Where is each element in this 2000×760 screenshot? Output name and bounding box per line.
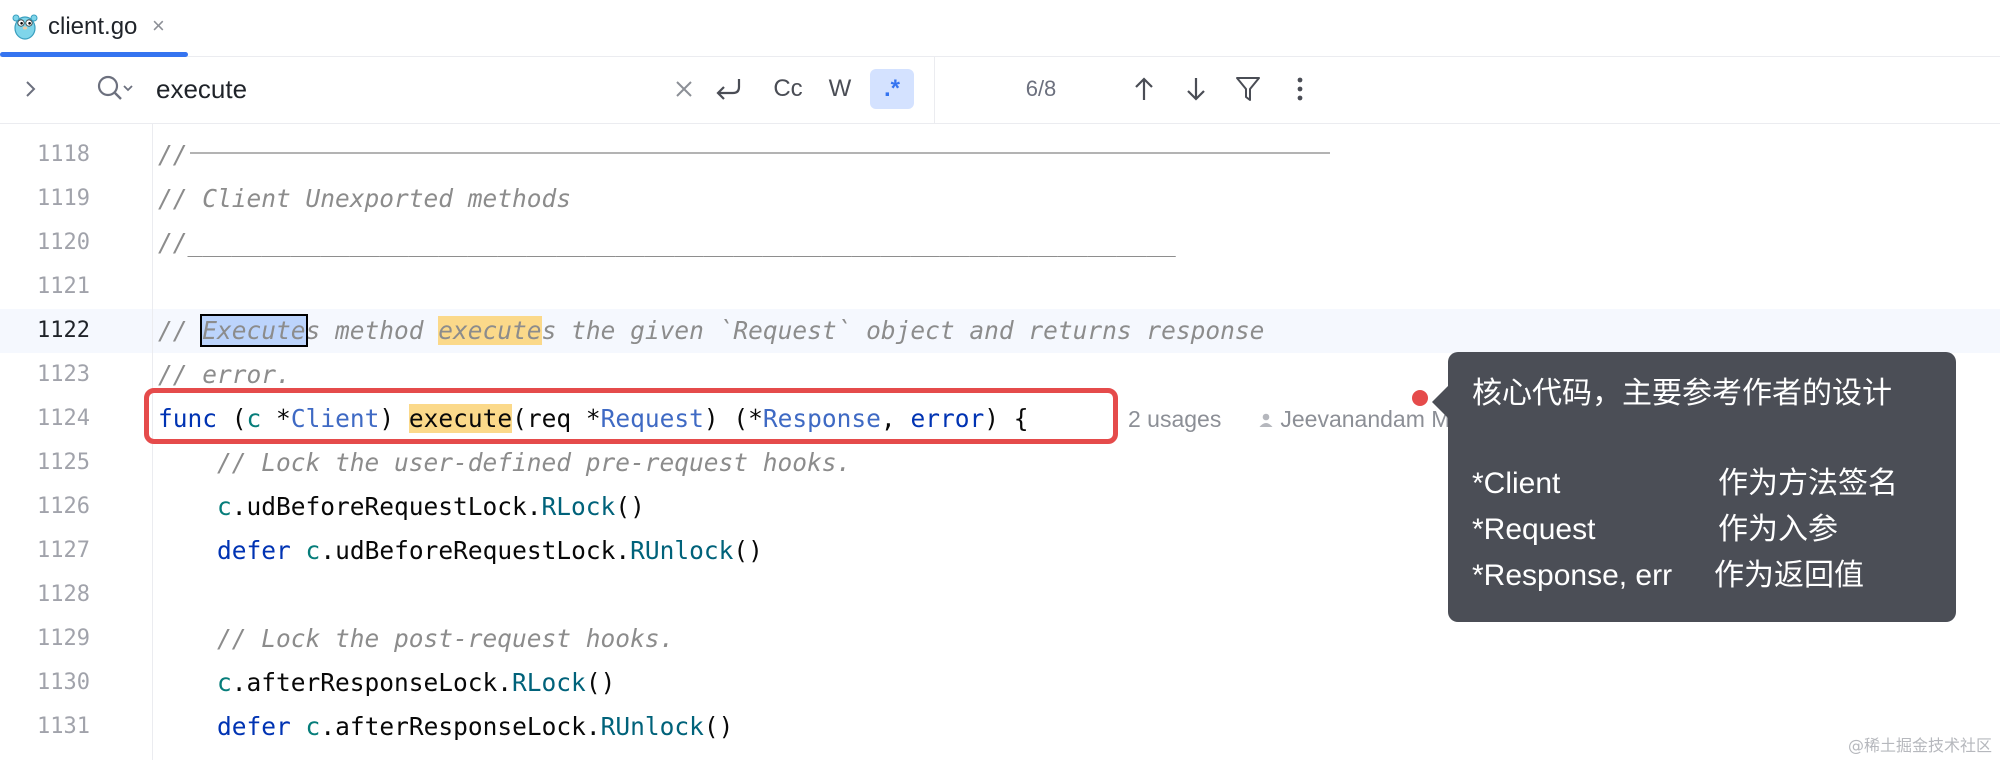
code-line: 1129 // Lock the post-request hooks. [0, 617, 2000, 661]
code-line-current: 1122 // Executes method executes the giv… [0, 309, 2000, 353]
line-number: 1123 [37, 362, 90, 387]
line-number: 1129 [37, 626, 90, 651]
search-divider [934, 57, 935, 123]
more-options-icon[interactable] [1282, 71, 1318, 107]
line-number: 1125 [37, 450, 90, 475]
clear-search-icon[interactable] [670, 73, 698, 105]
line-number: 1118 [37, 142, 90, 167]
tab-filename: client.go [48, 13, 138, 40]
code-line: 1120 //_________________________________… [0, 221, 2000, 265]
line-number: 1131 [37, 714, 90, 739]
code-line: 1131 defer c.afterResponseLock.RUnlock() [0, 705, 2000, 749]
find-bar: Cc W .* 6/8 [0, 57, 2000, 124]
filter-icon[interactable] [1230, 71, 1266, 107]
code-text: c.afterResponseLock.RLock() [217, 668, 616, 697]
user-icon [1259, 413, 1273, 427]
callout-marker [1412, 390, 1428, 406]
callout-title: 核心代码，主要参考作者的设计 [1472, 377, 1892, 410]
code-text: // Client Unexported methods [158, 184, 572, 213]
next-match-arrow-down-icon[interactable] [1178, 71, 1214, 107]
line-number: 1120 [37, 230, 90, 255]
match-count: 6/8 [1025, 76, 1057, 101]
callout-row-name: *Request [1472, 513, 1596, 546]
callout-row-name: *Client [1472, 467, 1561, 500]
line-number: 1124 [37, 406, 90, 431]
previous-match-arrow-up-icon[interactable] [1126, 71, 1162, 107]
new-line-icon[interactable] [710, 71, 746, 107]
search-history-icon[interactable] [94, 72, 134, 106]
code-text: defer c.udBeforeRequestLock.RUnlock() [217, 536, 763, 565]
annotation-callout: 核心代码，主要参考作者的设计 *Client 作为方法签名 *Request 作… [1432, 352, 1956, 622]
comment-text: s the given `Request` object and returns… [541, 316, 1265, 345]
usages-inlay[interactable]: 2 usages [1128, 397, 1221, 441]
code-text: //______________________________________… [158, 228, 1176, 257]
tab-client-go[interactable]: client.go × [0, 0, 188, 57]
line-number: 1130 [37, 670, 90, 695]
line-number: 1121 [37, 274, 90, 299]
callout-row-desc: 作为入参 [1718, 513, 1838, 546]
search-match: execute [438, 316, 542, 345]
callout-row-desc: 作为方法签名 [1718, 467, 1898, 500]
line-number: 1126 [37, 494, 90, 519]
code-text: // Executes method executes the given `R… [158, 309, 1264, 353]
line-number: 1122 [37, 318, 90, 343]
current-search-match: Execute [200, 314, 308, 347]
separator-rule [190, 152, 1330, 154]
comment-prefix: // [158, 316, 203, 345]
watermark: @稀土掘金技术社区 [1847, 736, 1992, 755]
whole-words-button[interactable]: W [822, 71, 858, 107]
match-case-button[interactable]: Cc [766, 71, 810, 107]
highlight-box [144, 388, 1118, 444]
line-number: 1127 [37, 538, 90, 563]
callout-row-name: *Response, err [1472, 559, 1673, 592]
code-line: 1130 c.afterResponseLock.RLock() [0, 661, 2000, 705]
code-text: c.udBeforeRequestLock.RLock() [217, 492, 645, 521]
regex-toggle-button[interactable]: .* [870, 69, 914, 109]
code-text: defer c.afterResponseLock.RUnlock() [217, 712, 734, 741]
code-text: // [158, 140, 188, 169]
line-number: 1119 [37, 186, 90, 211]
code-text: // Lock the user-defined pre-request hoo… [158, 448, 852, 477]
code-line: 1121 [0, 265, 2000, 309]
code-line: 1119 // Client Unexported methods [0, 177, 2000, 221]
go-gopher-icon [12, 14, 38, 40]
code-text: // Lock the post-request hooks. [158, 624, 675, 653]
expand-replace-chevron-icon[interactable] [16, 74, 46, 104]
search-input[interactable] [156, 69, 656, 109]
code-line: 1118 // [0, 133, 2000, 177]
tab-close-icon[interactable]: × [152, 12, 165, 40]
callout-row-desc: 作为返回值 [1714, 559, 1864, 592]
line-number: 1128 [37, 582, 90, 607]
editor-tab-bar: client.go × [0, 0, 2000, 57]
comment-text: s method [305, 316, 439, 345]
